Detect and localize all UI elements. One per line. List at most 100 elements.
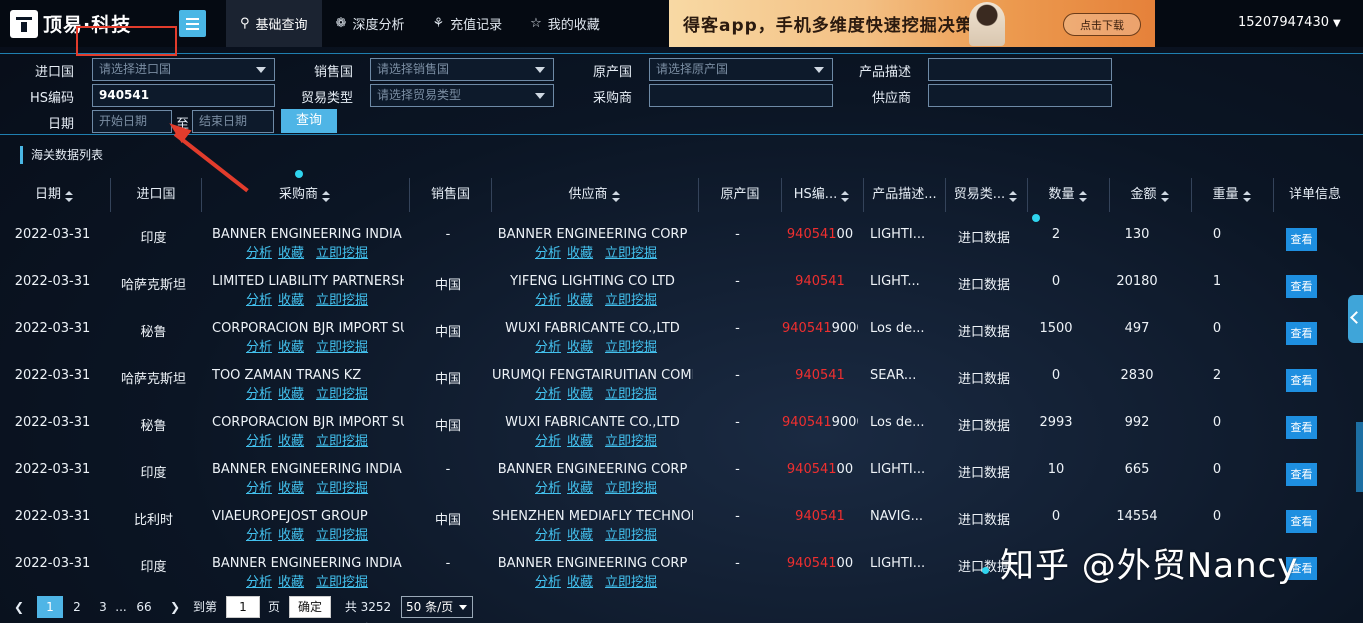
cell-quantity: 2 [1051, 227, 1061, 242]
product-desc-input[interactable] [928, 58, 1112, 81]
next-page-icon[interactable]: ❯ [168, 596, 182, 618]
goto-confirm-button[interactable]: 确定 [289, 596, 331, 618]
table-row: 2022-03-31 秘鲁 CORPORACION BJR IMPORT SU 中国 W… [0, 400, 1356, 449]
product-desc-label: 产品描述 [859, 65, 912, 80]
cell-date: 2022-03-31 [14, 462, 91, 477]
favorite-link[interactable]: 收藏 [278, 575, 304, 590]
nav-recharge-records[interactable]: ⚘ 充值记录 [418, 0, 516, 47]
hs-match-text: 940541 [795, 509, 845, 524]
side-collapse-tab[interactable] [1348, 295, 1363, 343]
col-import-country: 进口国 [111, 178, 202, 212]
cell-date: 2022-03-31 [14, 509, 91, 524]
page-3[interactable]: 3 [94, 596, 112, 618]
cell-buyer: CORPORACION BJR IMPORT SU [212, 321, 404, 336]
col-detail: 详单信息 [1288, 187, 1341, 202]
trade-type-select[interactable]: 请选择贸易类型 [370, 84, 554, 107]
cell-import-country: 印度 [140, 560, 167, 575]
cell-sales-country: 中国 [434, 513, 461, 528]
cell-quantity: 1500 [1039, 321, 1073, 336]
goto-label: 到第 [192, 600, 217, 614]
analyze-link[interactable]: 分析 [535, 575, 561, 590]
page-2[interactable]: 2 [68, 596, 86, 618]
col-trade-type[interactable]: 贸易类... [946, 178, 1028, 212]
cell-origin: - [735, 321, 740, 336]
cell-date: 2022-03-31 [14, 321, 91, 336]
table-row: 2022-03-31 哈萨克斯坦 LIMITED LIABILITY PARTNER… [0, 259, 1356, 308]
cell-amount: 665 [1124, 462, 1150, 477]
hs-rest-text: 00 [836, 462, 854, 477]
cell-amount: 497 [1124, 321, 1150, 336]
mine-link[interactable]: 立即挖掘 [605, 575, 657, 590]
hs-match-text: 940541 [782, 415, 832, 430]
cell-sales-country: 中国 [434, 419, 461, 434]
search-button[interactable]: 查询 [281, 109, 337, 133]
page-66[interactable]: 66 [133, 596, 155, 618]
hs-match-text: 940541 [795, 274, 845, 289]
cell-import-country: 哈萨克斯坦 [120, 372, 186, 387]
col-date[interactable]: 日期 [0, 178, 111, 212]
view-detail-button[interactable]: 查看 [1286, 463, 1317, 486]
favorite-link[interactable]: 收藏 [567, 575, 593, 590]
cell-trade-type: 进口数据 [957, 278, 1010, 293]
cell-quantity: 0 [1051, 368, 1061, 383]
cell-weight: 0 [1212, 321, 1222, 336]
cell-origin: - [735, 274, 740, 289]
buyer-input[interactable] [649, 84, 833, 107]
analysis-icon: ❁ [335, 16, 347, 31]
end-date-input[interactable]: 结束日期 [192, 110, 274, 133]
cell-supplier: BANNER ENGINEERING CORP [497, 227, 688, 242]
import-country-select[interactable]: 请选择进口国 [92, 58, 275, 81]
table-row: 2022-03-31 印度 BANNER ENGINEERING INDIA P - B… [0, 447, 1356, 496]
hs-rest-text: 9000 [831, 321, 858, 336]
table-header: 日期 进口国 采购商 销售国 供应商 原产国 HS编... 产品描述... 贸易… [0, 178, 1356, 212]
origin-country-label: 原产国 [593, 65, 633, 80]
sales-country-select[interactable]: 请选择销售国 [370, 58, 554, 81]
col-amount[interactable]: 金额 [1110, 178, 1192, 212]
scrollbar-thumb[interactable] [1356, 422, 1363, 492]
cell-weight: 2 [1212, 368, 1222, 383]
cell-trade-type: 进口数据 [957, 325, 1010, 340]
view-detail-button[interactable]: 查看 [1286, 510, 1317, 533]
cell-hs-code: 940541 [782, 368, 858, 383]
table-row: 2022-03-31 秘鲁 CORPORACION BJR IMPORT SU 中国 W… [0, 306, 1356, 355]
page-ellipsis[interactable]: ... [113, 596, 129, 618]
view-detail-button[interactable]: 查看 [1286, 228, 1317, 251]
hs-rest-text: 00 [836, 556, 854, 571]
filter-panel: 进口国 请选择进口国 销售国 请选择销售国 原产国 请选择原产国 产品描述 HS… [0, 53, 1363, 135]
goto-page-input[interactable]: 1 [226, 596, 260, 618]
cell-sales-country: - [445, 556, 451, 571]
cell-sales-country: 中国 [434, 278, 461, 293]
chevron-down-icon: ▼ [1332, 18, 1341, 29]
nav-deep-analysis[interactable]: ❁ 深度分析 [322, 0, 419, 47]
page-size-select[interactable]: 50 条/页 [401, 596, 473, 618]
col-weight[interactable]: 重量 [1192, 178, 1274, 212]
nav-basic-query[interactable]: ⚲ 基础查询 [226, 0, 322, 47]
mine-link[interactable]: 立即挖掘 [316, 575, 368, 590]
hs-match-text: 940541 [786, 462, 837, 477]
col-supplier[interactable]: 供应商 [492, 178, 699, 212]
col-buyer[interactable]: 采购商 [202, 178, 410, 212]
start-date-input[interactable]: 开始日期 [92, 110, 172, 133]
origin-country-select[interactable]: 请选择原产国 [649, 58, 833, 81]
user-menu[interactable]: 15207947430 ▼ [1238, 15, 1341, 30]
analyze-link[interactable]: 分析 [246, 575, 272, 590]
page-1[interactable]: 1 [37, 596, 63, 618]
download-button[interactable]: 点击下载 [1063, 13, 1141, 36]
promo-banner[interactable]: 得客app，手机多维度快速挖掘决策人 点击下载 [669, 0, 1155, 47]
view-detail-button[interactable]: 查看 [1286, 416, 1317, 439]
view-detail-button[interactable]: 查看 [1286, 275, 1317, 298]
view-detail-button[interactable]: 查看 [1286, 369, 1317, 392]
hs-match-text: 940541 [786, 227, 837, 242]
buyer-label: 采购商 [593, 91, 633, 106]
menu-toggle-button[interactable] [179, 10, 206, 37]
nav-my-favorites[interactable]: ☆ 我的收藏 [516, 0, 614, 47]
date-label: 日期 [48, 117, 75, 132]
view-detail-button[interactable]: 查看 [1286, 322, 1317, 345]
supplier-input[interactable] [928, 84, 1112, 107]
col-quantity[interactable]: 数量 [1028, 178, 1110, 212]
prev-page-icon[interactable]: ❮ [12, 596, 26, 618]
hs-code-input[interactable]: 940541 [92, 84, 275, 107]
col-hs-code[interactable]: HS编... [782, 178, 864, 212]
pagination: ❮ 1 2 3 ... 66 ❯ 到第 1 页 确定 共 3252 条 50 条… [0, 596, 1363, 623]
banner-text: 得客app，手机多维度快速挖掘决策人 [683, 16, 992, 36]
